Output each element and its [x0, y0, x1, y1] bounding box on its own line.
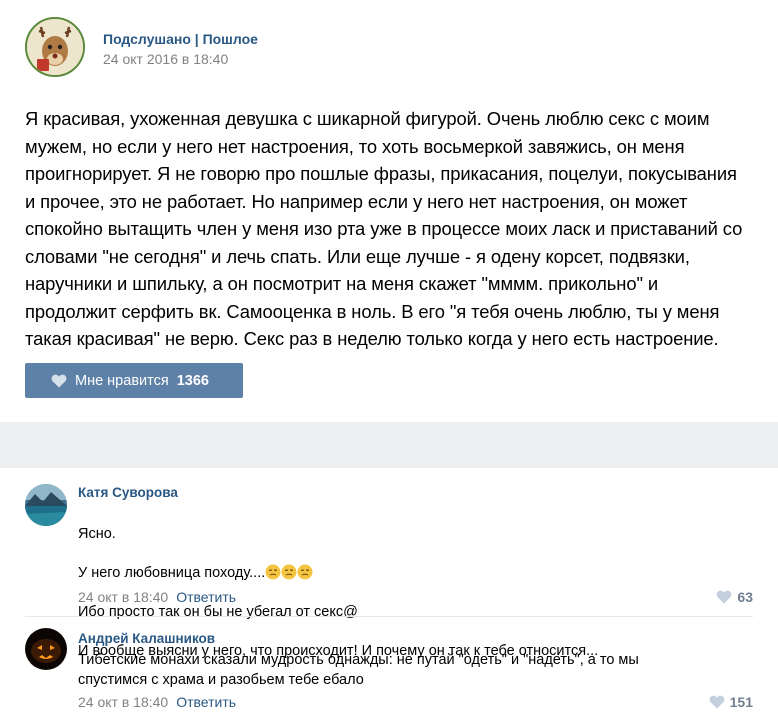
group-name-link[interactable]: Подслушано | Пошлое: [103, 31, 258, 47]
confused-face-emoji-icon: [265, 564, 281, 579]
comment-like-count: 151: [729, 694, 753, 710]
confused-face-emoji-icon: [281, 564, 297, 579]
comment-author[interactable]: Катя Суворова: [78, 485, 178, 500]
like-count: 1366: [176, 372, 209, 389]
comment: Андрей Калашников Тибетские монахи сказа…: [0, 616, 778, 719]
comment-date[interactable]: 24 окт в 18:40: [78, 589, 168, 605]
comment-meta: 24 окт в 18:40 Ответить: [78, 694, 236, 710]
comment-meta: 24 окт в 18:40 Ответить: [78, 589, 236, 605]
commenter-avatar[interactable]: [25, 484, 67, 526]
comment-like-button[interactable]: 151: [709, 694, 753, 710]
commenter-avatar[interactable]: [25, 628, 67, 670]
comment-like-count: 63: [737, 589, 753, 605]
reindeer-avatar-icon: [27, 19, 83, 75]
comment-date[interactable]: 24 окт в 18:40: [78, 694, 168, 710]
comment-line-text: У него любовница походу....: [78, 564, 266, 581]
confused-face-emoji-icon: [297, 564, 313, 579]
post-date[interactable]: 24 окт 2016 в 18:40: [103, 51, 228, 67]
section-separator: [0, 422, 778, 468]
comment-author[interactable]: Андрей Калашников: [78, 631, 215, 646]
like-button[interactable]: Мне нравится 1366: [25, 363, 243, 398]
post-text: Я красивая, ухоженная девушка с шикарной…: [25, 108, 743, 349]
group-avatar[interactable]: [25, 17, 85, 77]
jack-o-lantern-avatar-icon: [25, 628, 67, 670]
heart-icon: [51, 374, 67, 387]
like-label: Мне нравится: [75, 372, 169, 389]
mountain-lake-avatar-icon: [25, 484, 67, 526]
heart-icon: [717, 590, 732, 604]
comment-line: Ясно.: [78, 525, 116, 542]
comment-like-button[interactable]: 63: [716, 589, 753, 605]
reply-button[interactable]: Ответить: [176, 589, 236, 605]
comment-text: Тибетские монахи сказали мудрость однажд…: [78, 652, 639, 688]
post: Подслушано | Пошлое 24 окт 2016 в 18:40 …: [0, 0, 778, 422]
comment: Катя Суворова Ясно. У него любовница пох…: [0, 468, 778, 659]
reply-button[interactable]: Ответить: [176, 694, 236, 710]
heart-icon: [709, 695, 725, 709]
comment-line: У него любовница походу....: [78, 564, 738, 584]
